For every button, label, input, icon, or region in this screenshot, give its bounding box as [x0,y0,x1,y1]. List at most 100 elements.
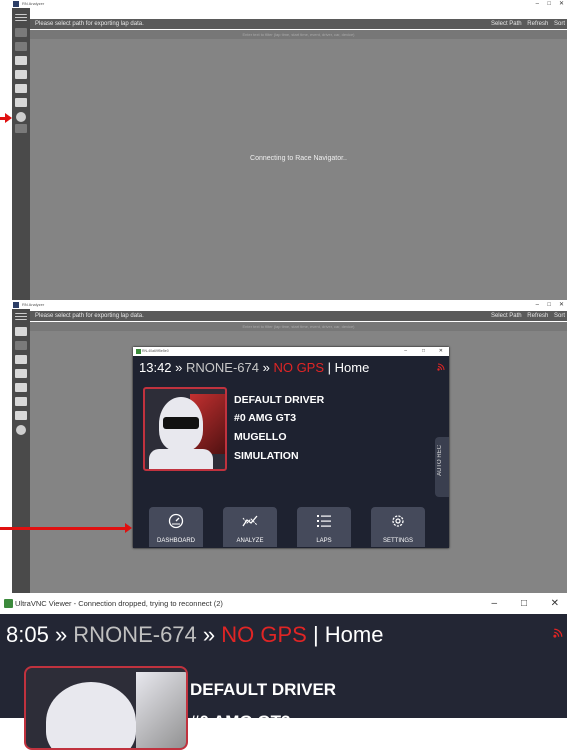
suit-shape [149,449,213,469]
car-icon[interactable] [15,327,27,336]
vnc-sep: » [48,622,74,647]
maximize-button[interactable]: □ [547,301,551,309]
settings-label: SETTINGS [382,538,413,544]
rn-sep: » [171,360,187,375]
device-icon[interactable] [15,124,27,133]
rn-maximize-button[interactable]: □ [422,347,425,356]
filter-input[interactable]: Enter text to filter (lap time, start ti… [30,322,567,331]
vnc-page-name: | Home [306,622,384,647]
import-icon[interactable] [15,70,27,79]
settings-icon[interactable] [16,112,26,122]
rn-device-id: RNONE-674 [186,360,259,375]
chart-icon [242,515,258,527]
play-icon[interactable] [15,56,27,65]
top-analyzer-window: RN Analyzer – □ ✕ Please select path for… [0,0,567,300]
laps-button[interactable]: LAPS [297,507,351,547]
visor-icon [163,417,199,429]
vnc-maximize-button[interactable]: □ [521,594,527,614]
window-title: RN Analyzer [22,302,45,307]
wifi-icon[interactable] [15,411,27,420]
rn-page-name: | Home [324,360,370,375]
pointer-arrow-2 [0,523,132,533]
vnc-minimize-button[interactable]: – [491,594,497,614]
car-name: #0 AMG GT3 [234,412,297,424]
track-name: MUGELLO [234,431,287,443]
refresh-button[interactable]: Refresh [527,313,548,319]
list-icon [317,515,331,527]
chart-icon[interactable] [15,42,27,51]
vnc-close-button[interactable]: ✕ [551,594,559,614]
title-bar: RN Analyzer – □ ✕ [0,301,567,309]
rn-minimize-button[interactable]: – [404,347,407,356]
sort-button[interactable]: Sort [554,21,565,27]
vnc-header: 8:05 » RNONE-674 » NO GPS | Home [6,622,383,648]
close-button[interactable]: ✕ [559,301,564,309]
cloud-icon[interactable] [15,369,27,378]
laps-label: LAPS [316,538,332,544]
vnc-car-name: #0 AMG GT3 [190,712,291,731]
rn-time: 13:42 [139,360,172,375]
main-content: Connecting to Race Navigator.. [30,39,567,300]
filter-input[interactable]: Enter text to filter (lap time, start ti… [30,30,567,39]
rn-sep: » [258,360,274,375]
vnc-app-icon [4,599,13,608]
rn-gps-status: NO GPS [273,360,325,375]
vnc-driver-avatar[interactable] [24,666,188,750]
menu-icon[interactable] [15,313,27,320]
dashboard-button[interactable]: DASHBOARD [149,507,203,547]
signal-icon [553,628,563,638]
gear-icon [392,515,404,527]
dashboard-label: DASHBOARD [156,538,195,544]
speedometer-icon [168,513,184,529]
race-navigator-window: RN-40a69f5e5e0 – □ ✕ 13:42 » RNONE-674 »… [133,347,449,548]
select-path-button[interactable]: Select Path [491,21,522,27]
close-button[interactable]: ✕ [559,0,564,8]
rn-close-button[interactable]: ✕ [439,347,443,356]
title-bar: RN Analyzer – □ ✕ [0,0,567,8]
connecting-message: Connecting to Race Navigator.. [250,155,347,162]
status-message: Please select path for exporting lap dat… [35,21,144,27]
select-path-button[interactable]: Select Path [491,313,522,319]
rn-app-icon [136,349,141,354]
driver-avatar[interactable] [143,387,227,471]
settings-icon[interactable] [16,425,26,435]
sidebar [12,309,30,593]
vnc-gps-status: NO GPS [221,622,307,647]
vnc-window-title: UltraVNC Viewer - Connection dropped, tr… [15,599,223,608]
refresh-button[interactable]: Refresh [527,21,548,27]
avatar-background [136,672,186,748]
rn-window-title: RN-40a69f5e5e0 [142,349,169,353]
auto-rec-toggle[interactable]: AUTO REC [435,437,449,497]
import-icon[interactable] [15,383,27,392]
minimize-button[interactable]: – [536,301,539,309]
settings-button[interactable]: SETTINGS [371,507,425,547]
export-icon[interactable] [15,397,27,406]
export-icon[interactable] [15,84,27,93]
app-icon [13,302,19,308]
session-type: SIMULATION [234,450,299,462]
vnc-device-id: RNONE-674 [73,622,197,647]
vnc-remote-screen[interactable]: 8:05 » RNONE-674 » NO GPS | Home DEFAULT… [0,614,567,750]
app-icon [13,1,19,7]
signal-icon [437,363,445,371]
window-title: RN Analyzer [22,1,45,6]
analyze-button[interactable]: ANALYZE [223,507,277,547]
vnc-driver-name: DEFAULT DRIVER [190,680,337,699]
wifi-icon[interactable] [15,98,27,107]
chart-icon[interactable] [15,341,27,350]
vnc-sep: » [196,622,222,647]
toolbar-actions: Select Path Refresh Sort [491,311,565,321]
analyze-label: ANALYZE [236,538,264,544]
status-message: Please select path for exporting lap dat… [35,313,144,319]
menu-icon[interactable] [15,14,27,21]
play-icon[interactable] [15,355,27,364]
helmet-icon [46,682,136,748]
maximize-button[interactable]: □ [547,0,551,8]
minimize-button[interactable]: – [536,0,539,8]
auto-rec-label: AUTO REC [437,445,443,476]
sort-button[interactable]: Sort [554,313,565,319]
toolbar: Please select path for exporting lap dat… [30,19,567,29]
rn-header: 13:42 » RNONE-674 » NO GPS | Home [139,360,369,375]
car-icon[interactable] [15,28,27,37]
rn-title-bar: RN-40a69f5e5e0 – □ ✕ [133,347,449,356]
